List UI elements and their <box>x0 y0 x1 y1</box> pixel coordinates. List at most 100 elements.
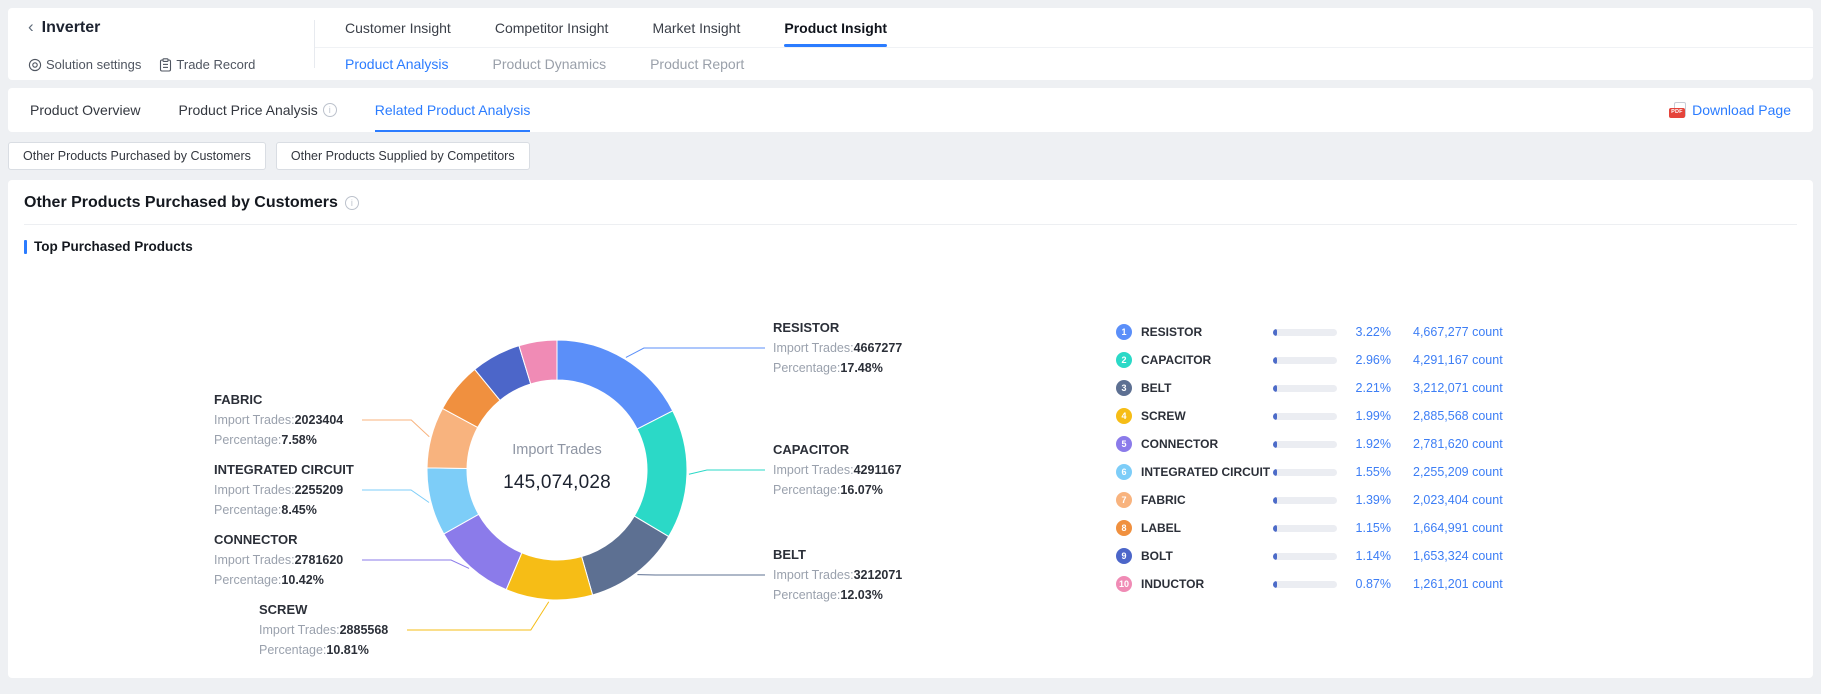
view-toggle-group: Other Products Purchased by Customers Oth… <box>8 142 1813 170</box>
donut-callout-label: FABRIC Import Trades:2023404 Percentage:… <box>214 390 343 450</box>
page: ‹ Inverter Solution settings Trade Recor… <box>0 8 1821 694</box>
callout-percentage: Percentage:7.58% <box>214 430 343 450</box>
secondary-tab[interactable]: Product Overview <box>30 88 140 132</box>
secondary-tab[interactable]: Related Product Analysis <box>375 88 531 132</box>
section-accent-bar <box>24 240 27 254</box>
legend-count: 1,653,324 count <box>1413 549 1503 563</box>
legend-row: 6 INTEGRATED CIRCUIT 1.55% 2,255,209 cou… <box>1116 462 1503 482</box>
callout-product-name: CONNECTOR <box>214 530 343 550</box>
rank-badge: 5 <box>1116 436 1132 452</box>
top-purchased-products-chart: Import Trades 145,074,028 RESISTOR Impor… <box>24 260 1797 666</box>
product-ranking-list: 1 RESISTOR 3.22% 4,667,277 count 2 CAPAC… <box>1116 322 1503 602</box>
legend-percentage: 1.14% <box>1345 549 1391 563</box>
legend-progress-bar <box>1273 413 1337 420</box>
legend-percentage: 1.92% <box>1345 437 1391 451</box>
callout-leader-line <box>362 420 429 437</box>
main-tab[interactable]: Customer Insight <box>345 8 451 47</box>
secondary-tab[interactable]: Product Price Analysis i <box>178 88 336 132</box>
sub-tab[interactable]: Product Analysis <box>345 56 449 72</box>
legend-row: 2 CAPACITOR 2.96% 4,291,167 count <box>1116 350 1503 370</box>
legend-percentage: 1.15% <box>1345 521 1391 535</box>
legend-row: 8 LABEL 1.15% 1,664,991 count <box>1116 518 1503 538</box>
legend-progress-bar <box>1273 581 1337 588</box>
legend-progress-bar <box>1273 525 1337 532</box>
callout-product-name: CAPACITOR <box>773 440 902 460</box>
legend-percentage: 1.55% <box>1345 465 1391 479</box>
legend-product-name: BELT <box>1141 381 1273 395</box>
trade-record-button[interactable]: Trade Record <box>159 57 255 72</box>
legend-percentage: 1.39% <box>1345 493 1391 507</box>
callout-product-name: RESISTOR <box>773 318 902 338</box>
header-left: ‹ Inverter Solution settings Trade Recor… <box>8 8 314 80</box>
legend-product-name: INTEGRATED CIRCUIT <box>1141 465 1273 479</box>
legend-count: 4,291,167 count <box>1413 353 1503 367</box>
legend-product-name: BOLT <box>1141 549 1273 563</box>
callout-leader-line <box>362 490 429 502</box>
legend-count: 4,667,277 count <box>1413 325 1503 339</box>
main-tab[interactable]: Market Insight <box>652 8 740 47</box>
legend-count: 2,781,620 count <box>1413 437 1503 451</box>
panel-title: Other Products Purchased by Customers <box>24 194 338 212</box>
callout-import-trades: Import Trades:3212071 <box>773 565 902 585</box>
callout-import-trades: Import Trades:2023404 <box>214 410 343 430</box>
legend-progress-bar <box>1273 329 1337 336</box>
legend-row: 9 BOLT 1.14% 1,653,324 count <box>1116 546 1503 566</box>
legend-percentage: 2.96% <box>1345 353 1391 367</box>
legend-row: 4 SCREW 1.99% 2,885,568 count <box>1116 406 1503 426</box>
callout-percentage: Percentage:16.07% <box>773 480 902 500</box>
panel-info-icon[interactable]: i <box>345 196 359 210</box>
donut-callout-label: SCREW Import Trades:2885568 Percentage:1… <box>259 600 388 660</box>
view-toggle-button[interactable]: Other Products Purchased by Customers <box>8 142 266 170</box>
rank-badge: 7 <box>1116 492 1132 508</box>
solution-settings-button[interactable]: Solution settings <box>28 57 141 72</box>
callout-leader-line <box>362 560 469 568</box>
legend-percentage: 3.22% <box>1345 325 1391 339</box>
main-tab[interactable]: Competitor Insight <box>495 8 609 47</box>
legend-count: 2,255,209 count <box>1413 465 1503 479</box>
legend-row: 1 RESISTOR 3.22% 4,667,277 count <box>1116 322 1503 342</box>
legend-product-name: CAPACITOR <box>1141 353 1273 367</box>
legend-product-name: LABEL <box>1141 521 1273 535</box>
settings-icon <box>28 58 42 72</box>
secondary-tab-bar: Product Overview Product Price Analysis … <box>30 88 530 132</box>
sub-tab-bar: Product Analysis Product Dynamics Product … <box>315 48 1813 79</box>
rank-badge: 6 <box>1116 464 1132 480</box>
callout-import-trades: Import Trades:2781620 <box>214 550 343 570</box>
view-toggle-button[interactable]: Other Products Supplied by Competitors <box>276 142 530 170</box>
legend-count: 2,023,404 count <box>1413 493 1503 507</box>
legend-count: 3,212,071 count <box>1413 381 1503 395</box>
section-title: Top Purchased Products <box>34 239 193 254</box>
main-tab[interactable]: Product Insight <box>784 8 887 47</box>
legend-progress-bar <box>1273 469 1337 476</box>
callout-percentage: Percentage:10.81% <box>259 640 388 660</box>
legend-row: 5 CONNECTOR 1.92% 2,781,620 count <box>1116 434 1503 454</box>
sub-tab[interactable]: Product Report <box>650 56 744 72</box>
secondary-nav: Product Overview Product Price Analysis … <box>8 88 1813 132</box>
rank-badge: 10 <box>1116 576 1132 592</box>
legend-row: 3 BELT 2.21% 3,212,071 count <box>1116 378 1503 398</box>
sub-tab[interactable]: Product Dynamics <box>493 56 607 72</box>
header-tabs-block: Customer Insight Competitor Insight Market… <box>315 8 1813 80</box>
donut-center-label: Import Trades <box>457 442 657 458</box>
back-icon[interactable]: ‹ <box>28 18 34 37</box>
legend-product-name: SCREW <box>1141 409 1273 423</box>
callout-product-name: BELT <box>773 545 902 565</box>
donut-callout-label: CONNECTOR Import Trades:2781620 Percenta… <box>214 530 343 590</box>
callout-product-name: FABRIC <box>214 390 343 410</box>
callout-percentage: Percentage:12.03% <box>773 585 902 605</box>
donut-callout-label: INTEGRATED CIRCUIT Import Trades:2255209… <box>214 460 354 520</box>
main-panel: Other Products Purchased by Customers i … <box>8 180 1813 678</box>
legend-count: 2,885,568 count <box>1413 409 1503 423</box>
panel-divider <box>24 224 1797 225</box>
info-icon[interactable]: i <box>323 103 337 117</box>
legend-percentage: 0.87% <box>1345 577 1391 591</box>
callout-import-trades: Import Trades:2255209 <box>214 480 354 500</box>
legend-product-name: RESISTOR <box>1141 325 1273 339</box>
legend-count: 1,664,991 count <box>1413 521 1503 535</box>
callout-product-name: INTEGRATED CIRCUIT <box>214 460 354 480</box>
legend-progress-bar <box>1273 385 1337 392</box>
trade-record-icon <box>159 58 172 72</box>
download-page-button[interactable]: PDF Download Page <box>1669 88 1791 132</box>
rank-badge: 1 <box>1116 324 1132 340</box>
callout-percentage: Percentage:10.42% <box>214 570 343 590</box>
